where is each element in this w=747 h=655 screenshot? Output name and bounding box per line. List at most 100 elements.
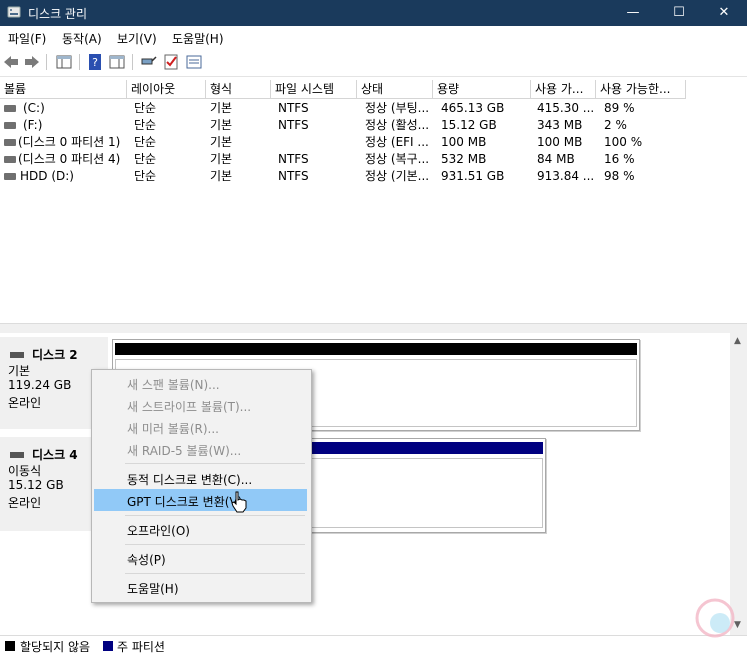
minimize-button[interactable]: — [610, 0, 656, 26]
column-header-layout[interactable]: 레이아웃 [127, 80, 206, 99]
volume-layout: 단순 [134, 169, 157, 183]
watermark-logo-icon [695, 598, 735, 638]
menu-separator [125, 463, 305, 464]
volume-type: 기본 [210, 101, 233, 115]
menu-new-raid5-volume[interactable]: 새 RAID-5 볼륨(W)... [94, 438, 307, 460]
volume-layout: 단순 [134, 152, 157, 166]
volume-row[interactable]: (C:) 단순 기본 NTFS 정상 (부팅... 465.13 GB 415.… [0, 100, 747, 117]
disk-icon [10, 352, 24, 358]
volume-type: 기본 [210, 135, 233, 149]
menu-convert-gpt[interactable]: GPT 디스크로 변환(V) [94, 489, 307, 511]
legend-label-primary: 주 파티션 [117, 640, 165, 654]
disk-state: 온라인 [8, 396, 42, 410]
volume-percent: 89 % [604, 101, 635, 115]
checklist-icon[interactable] [162, 53, 180, 71]
scroll-up-icon[interactable]: ▲ [734, 336, 741, 346]
legend: 할당되지 않음 주 파티션 [0, 635, 747, 654]
disk-name: 디스크 2 [32, 348, 78, 362]
volume-list: 볼륨 레이아웃 형식 파일 시스템 상태 용량 사용 가... 사용 가능한..… [0, 80, 747, 323]
column-header-free-space[interactable]: 사용 가... [531, 80, 596, 99]
connect-disk-icon[interactable] [139, 53, 157, 71]
menu-bar: 파일(F) 동작(A) 보기(V) 도움말(H) [0, 26, 747, 48]
disk-icon [10, 452, 24, 458]
toolbar: ? [0, 48, 747, 77]
menu-new-striped-volume[interactable]: 새 스트라이프 볼륨(T)... [94, 394, 307, 416]
volume-capacity: 532 MB [441, 152, 487, 166]
properties-list-icon[interactable] [185, 53, 203, 71]
menu-action[interactable]: 동작(A) [62, 30, 102, 47]
menu-separator [125, 573, 305, 574]
volume-row[interactable]: HDD (D:) 단순 기본 NTFS 정상 (기본... 931.51 GB … [0, 168, 747, 185]
column-header-filesystem[interactable]: 파일 시스템 [271, 80, 357, 99]
volume-filesystem: NTFS [278, 118, 309, 132]
volume-status: 정상 (기본... [365, 169, 430, 183]
disk-size: 15.12 GB [8, 478, 64, 492]
menu-new-mirrored-volume[interactable]: 새 미러 볼륨(R)... [94, 416, 307, 438]
close-button[interactable]: ✕ [701, 0, 747, 26]
volume-status: 정상 (부팅... [365, 101, 430, 115]
drive-icon [4, 122, 16, 129]
disk-state: 온라인 [8, 496, 42, 510]
volume-free: 343 MB [537, 118, 583, 132]
drive-icon [4, 156, 16, 163]
disk-kind: 이동식 [8, 464, 42, 478]
volume-free: 84 MB [537, 152, 575, 166]
forward-arrow-icon[interactable] [23, 53, 41, 71]
volume-layout: 단순 [134, 135, 157, 149]
vertical-scrollbar[interactable]: ▲ ▼ [730, 333, 747, 635]
volume-percent: 98 % [604, 169, 635, 183]
volume-row[interactable]: (디스크 0 파티션 4) 단순 기본 NTFS 정상 (복구... 532 M… [0, 151, 747, 168]
volume-name: HDD (D:) [20, 169, 74, 183]
volume-capacity: 465.13 GB [441, 101, 505, 115]
volume-capacity: 15.12 GB [441, 118, 497, 132]
legend-swatch-unallocated [5, 641, 15, 651]
volume-percent: 16 % [604, 152, 635, 166]
legend-swatch-primary [103, 641, 113, 651]
menu-file[interactable]: 파일(F) [8, 30, 46, 47]
menu-help[interactable]: 도움말(H) [172, 30, 224, 47]
column-header-percent-free[interactable]: 사용 가능한... [596, 80, 686, 99]
column-header-volume[interactable]: 볼륨 [0, 80, 127, 99]
volume-type: 기본 [210, 169, 233, 183]
column-header-capacity[interactable]: 용량 [433, 80, 531, 99]
svg-text:?: ? [92, 56, 98, 69]
column-header-status[interactable]: 상태 [357, 80, 433, 99]
volume-layout: 단순 [134, 101, 157, 115]
disk-kind: 기본 [8, 364, 31, 378]
back-arrow-icon[interactable] [2, 53, 20, 71]
menu-view[interactable]: 보기(V) [117, 30, 157, 47]
volume-filesystem: NTFS [278, 152, 309, 166]
volume-free: 415.30 ... [537, 101, 595, 115]
volume-type: 기본 [210, 152, 233, 166]
disk-context-menu: 새 스팬 볼륨(N)... 새 스트라이프 볼륨(T)... 새 미러 볼륨(R… [91, 369, 312, 603]
column-header-type[interactable]: 형식 [206, 80, 271, 99]
toolbar-separator [46, 54, 47, 70]
properties-pane-icon[interactable] [108, 53, 126, 71]
volume-row[interactable]: (F:) 단순 기본 NTFS 정상 (활성... 15.12 GB 343 M… [0, 117, 747, 134]
drive-icon [4, 105, 16, 112]
volume-percent: 2 % [604, 118, 627, 132]
maximize-button[interactable]: ☐ [656, 0, 702, 26]
volume-status: 정상 (복구... [365, 152, 430, 166]
drive-icon [4, 173, 16, 180]
volume-free: 913.84 ... [537, 169, 595, 183]
menu-help-item[interactable]: 도움말(H) [94, 576, 307, 598]
volume-free: 100 MB [537, 135, 583, 149]
window-title: 디스크 관리 [28, 7, 88, 21]
volume-row[interactable]: (디스크 0 파티션 1) 단순 기본 정상 (EFI ... 100 MB 1… [0, 134, 747, 151]
menu-new-spanned-volume[interactable]: 새 스팬 볼륨(N)... [94, 372, 307, 394]
volume-name: (F:) [23, 118, 43, 132]
volume-name: (디스크 0 파티션 1) [18, 135, 121, 149]
volume-name: (디스크 0 파티션 4) [18, 152, 121, 166]
volume-status: 정상 (EFI ... [365, 135, 429, 149]
volume-status: 정상 (활성... [365, 118, 430, 132]
volume-capacity: 931.51 GB [441, 169, 505, 183]
help-icon[interactable]: ? [86, 53, 104, 71]
disk-size: 119.24 GB [8, 378, 72, 392]
unallocated-bar [115, 343, 637, 355]
console-tree-icon[interactable] [55, 53, 73, 71]
volume-capacity: 100 MB [441, 135, 487, 149]
menu-offline[interactable]: 오프라인(O) [94, 518, 307, 540]
menu-properties[interactable]: 속성(P) [94, 547, 307, 569]
menu-convert-dynamic[interactable]: 동적 디스크로 변환(C)... [94, 467, 307, 489]
